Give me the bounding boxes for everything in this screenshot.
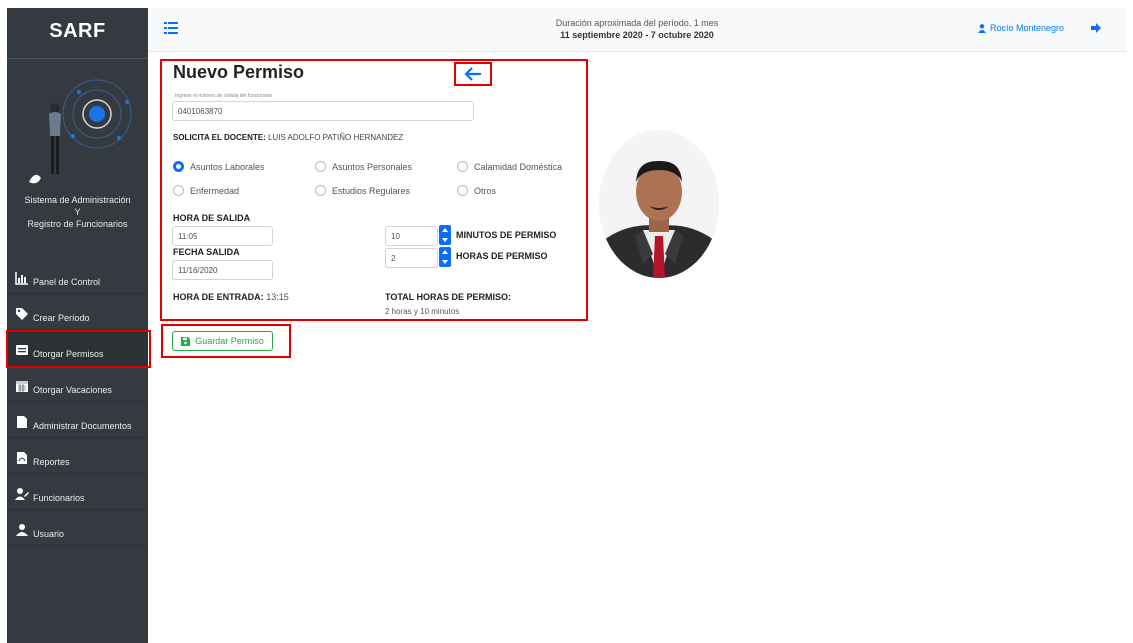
brand-logo[interactable]: SARF (7, 20, 148, 43)
cedula-input[interactable] (172, 101, 474, 121)
sidebar-item-usuario[interactable]: Usuario (7, 510, 148, 546)
sidebar-item-label: Reportes (33, 457, 70, 467)
pdf-file-icon (17, 452, 27, 464)
radio-calamidad-domestica[interactable]: Calamidad Doméstica (457, 161, 562, 172)
sidebar-item-otorgar-vacaciones[interactable]: Otorgar Vacaciones (7, 366, 148, 402)
hora-salida-input[interactable] (172, 226, 273, 246)
hora-salida-label: HORA DE SALIDA (173, 213, 251, 223)
radio-asuntos-personales[interactable]: Asuntos Personales (315, 161, 412, 172)
form-title: Nuevo Permiso (173, 62, 305, 82)
orbit-illustration (29, 79, 132, 184)
calendar-icon (16, 381, 28, 392)
fecha-salida-input[interactable] (172, 260, 273, 280)
radio-label: Asuntos Laborales (190, 161, 265, 172)
user-icon (977, 23, 986, 33)
back-button[interactable] (454, 62, 492, 86)
radio-circle (457, 185, 468, 196)
top-navbar: Duración aproximada del período, 1 mes 1… (148, 8, 1126, 52)
system-title-line: Registro de Funcionarios (27, 219, 128, 229)
employee-photo (599, 130, 719, 278)
radio-enfermedad[interactable]: Enfermedad (173, 185, 239, 196)
save-button[interactable]: Guardar Permiso (172, 331, 273, 351)
radio-label: Calamidad Doméstica (474, 161, 563, 172)
arrow-left-icon (464, 67, 481, 81)
sidebar-item-panel-de-control[interactable]: Panel de Control (7, 258, 148, 294)
radio-label: Asuntos Personales (332, 161, 413, 172)
total-value: 2 horas y 10 minutos (385, 307, 460, 316)
horas-label: HORAS DE PERMISO (456, 251, 548, 261)
radio-circle (173, 161, 184, 172)
user-menu[interactable]: Rocío Montenegro (977, 23, 1064, 33)
sidebar-item-funcionarios[interactable]: Funcionarios (7, 474, 148, 510)
fecha-salida-label: FECHA SALIDA (173, 247, 240, 257)
sidebar-item-label: Panel de Control (33, 277, 101, 287)
sidebar-item-label: Usuario (33, 529, 65, 539)
radio-label: Estudios Regulares (332, 185, 411, 196)
sidebar-item-administrar-documentos[interactable]: Administrar Documentos (7, 402, 148, 438)
radio-otros[interactable]: Otros (457, 185, 496, 196)
sidebar-item-crear-periodo[interactable]: Crear Período (7, 294, 148, 330)
total-label: TOTAL HORAS DE PERMISO: (385, 292, 512, 302)
radio-label: Enfermedad (190, 185, 240, 196)
sidebar-item-reportes[interactable]: Reportes (7, 438, 148, 474)
radio-circle (457, 161, 468, 172)
file-icon (17, 416, 27, 428)
radio-asuntos-laborales[interactable]: Asuntos Laborales (173, 161, 265, 172)
hora-entrada-info: HORA DE ENTRADA: 13:15 (173, 292, 289, 302)
hora-entrada-value: 13:15 (266, 292, 289, 302)
logout-icon[interactable] (1090, 22, 1102, 34)
system-title-line: Sistema de Administración (24, 195, 131, 205)
sidebar-item-otorgar-permisos[interactable]: Otorgar Permisos (6, 330, 151, 368)
floppy-disk-icon (181, 336, 191, 346)
sidebar: SARF Sistema de Administración Y Registr… (6, 8, 151, 643)
system-title-line: Y (74, 207, 81, 217)
sidebar-item-label: Funcionarios (33, 493, 85, 503)
radio-circle (315, 185, 326, 196)
solicita-value: LUIS ADOLFO PATIÑO HERNANDEZ (267, 133, 404, 142)
minutos-stepper[interactable] (439, 225, 451, 245)
radio-circle (173, 185, 184, 196)
solicita-label: SOLICITA EL DOCENTE: (173, 133, 266, 142)
minutos-input[interactable] (385, 226, 438, 246)
radio-estudios-regulares[interactable]: Estudios Regulares (315, 185, 410, 196)
user-edit-icon (15, 488, 29, 500)
radio-circle (315, 161, 326, 172)
user-icon (16, 524, 28, 536)
sidebar-item-label: Otorgar Vacaciones (33, 385, 112, 395)
sidebar-item-label: Otorgar Permisos (33, 349, 104, 359)
solicita-info: SOLICITA EL DOCENTE: LUIS ADOLFO PATIÑO … (173, 133, 403, 142)
cedula-label: Ingrese el número de cédula del funciona… (175, 93, 273, 99)
minutos-label: MINUTOS DE PERMISO (456, 230, 557, 240)
save-label: Guardar Permiso (195, 336, 264, 346)
horas-input[interactable] (385, 248, 438, 268)
system-title: Sistema de Administración Y Registro de … (7, 194, 148, 230)
chart-icon (15, 272, 28, 285)
portrait-image (599, 130, 719, 278)
hora-entrada-label: HORA DE ENTRADA: (173, 292, 264, 302)
user-name: Rocío Montenegro (989, 23, 1064, 33)
sidebar-item-label: Administrar Documentos (33, 421, 132, 431)
period-dates-text: 11 septiembre 2020 - 7 octubre 2020 (560, 30, 714, 40)
tag-icon (16, 308, 28, 320)
id-card-icon (16, 345, 28, 355)
sidebar-nav: Panel de Control Crear Período Otorgar P… (6, 258, 151, 546)
radio-label: Otros (474, 185, 497, 196)
sidebar-item-label: Crear Período (33, 313, 90, 323)
horas-stepper[interactable] (439, 247, 451, 267)
divider (7, 58, 148, 59)
